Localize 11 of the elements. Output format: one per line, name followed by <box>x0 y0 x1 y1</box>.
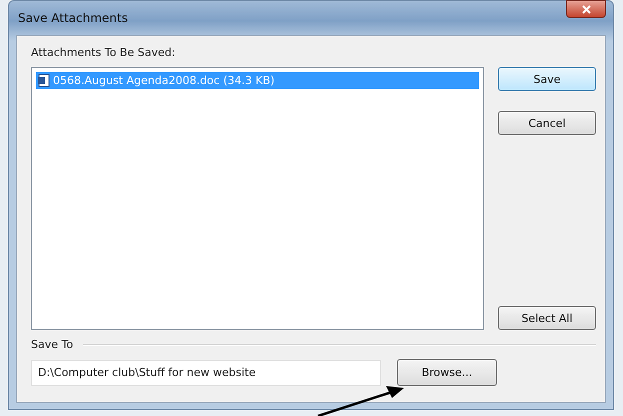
save-path-field[interactable]: D:\Computer club\Stuff for new website <box>31 360 381 386</box>
select-all-button[interactable]: Select All <box>498 306 596 330</box>
document-icon <box>38 74 50 87</box>
browse-button[interactable]: Browse... <box>397 359 497 386</box>
save-button[interactable]: Save <box>498 67 596 91</box>
close-icon <box>582 4 590 14</box>
attachments-label: Attachments To Be Saved: <box>31 46 176 59</box>
close-button[interactable] <box>566 0 606 18</box>
cancel-button[interactable]: Cancel <box>498 111 596 135</box>
save-to-label: Save To <box>31 338 74 351</box>
window-title: Save Attachments <box>17 11 128 25</box>
